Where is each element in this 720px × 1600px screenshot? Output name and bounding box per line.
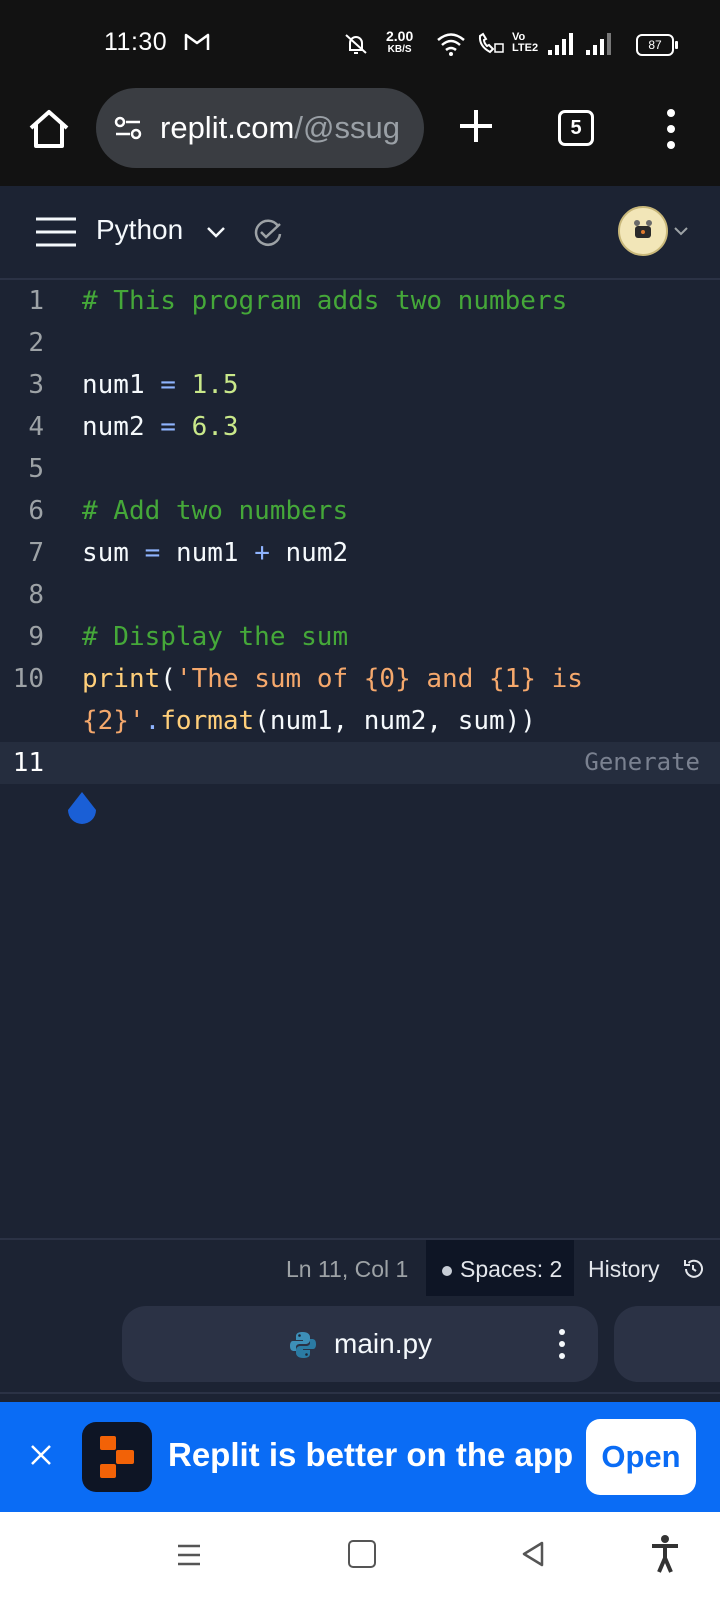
close-icon[interactable] xyxy=(28,1442,54,1468)
open-app-button[interactable]: Open xyxy=(586,1419,696,1495)
code-line[interactable]: 6 # Add two numbers xyxy=(0,490,720,532)
gmail-icon xyxy=(184,33,210,50)
saved-check-icon xyxy=(254,219,282,246)
wifi-call-icon xyxy=(478,32,504,54)
code-line-active[interactable]: 11 Generate xyxy=(0,742,720,784)
code-text: num1 = 1.5 xyxy=(82,370,239,400)
more-menu-icon[interactable] xyxy=(660,106,682,152)
line-number: 2 xyxy=(28,328,44,358)
python-icon xyxy=(290,1332,316,1358)
file-name: main.py xyxy=(334,1328,433,1359)
banner-message: Replit is better on the app xyxy=(168,1436,574,1473)
indentation-setting[interactable]: Spaces: 2 xyxy=(426,1240,574,1298)
spaces-label: Spaces: 2 xyxy=(460,1256,563,1282)
history-button[interactable]: History xyxy=(588,1256,660,1283)
editor-status-bar: Ln 11, Col 1 Spaces: 2 History xyxy=(0,1238,720,1300)
code-line-wrapped[interactable]: {2}'.format(num1, num2, sum)) xyxy=(0,700,720,742)
wifi-icon xyxy=(437,33,465,56)
code-text: num2 = 6.3 xyxy=(82,412,239,442)
code-text: print('The sum of {0} and {1} is xyxy=(82,664,583,694)
tab-switcher-button[interactable]: 5 xyxy=(558,110,594,146)
line-number: 8 xyxy=(28,580,44,610)
line-number: 1 xyxy=(28,286,44,316)
history-icon[interactable] xyxy=(682,1258,704,1280)
code-line[interactable]: 8 xyxy=(0,574,720,616)
code-line[interactable]: 4 num2 = 6.3 xyxy=(0,406,720,448)
avatar-image-icon xyxy=(634,220,652,238)
recent-apps-icon[interactable] xyxy=(176,1542,202,1568)
home-nav-icon[interactable] xyxy=(348,1540,376,1568)
battery-indicator: 87 xyxy=(636,34,678,56)
line-number: 5 xyxy=(28,454,44,484)
status-icons: 2.00 KB/S Vo LTE2 87 xyxy=(340,0,720,88)
replit-logo xyxy=(82,1422,152,1492)
code-comment: # Display the sum xyxy=(82,622,349,652)
spaces-dot-icon xyxy=(442,1266,452,1276)
language-selector[interactable]: Python xyxy=(96,214,183,246)
chevron-down-icon[interactable] xyxy=(672,222,690,240)
line-number: 7 xyxy=(28,538,44,568)
status-bar: 11:30 2.00 KB/S Vo LTE2 87 xyxy=(0,0,720,88)
chevron-down-icon[interactable] xyxy=(204,220,228,244)
avatar[interactable] xyxy=(618,206,668,256)
url-bar[interactable]: replit.com/@ssug xyxy=(96,88,424,168)
cursor-position[interactable]: Ln 11, Col 1 xyxy=(286,1256,408,1283)
code-line[interactable]: 3 num1 = 1.5 xyxy=(0,364,720,406)
accessibility-icon[interactable] xyxy=(650,1534,680,1574)
code-line[interactable]: 9 # Display the sum xyxy=(0,616,720,658)
url-text[interactable]: replit.com/@ssug xyxy=(160,110,410,146)
code-comment: # This program adds two numbers xyxy=(82,286,568,316)
code-editor[interactable]: 1 # This program adds two numbers 2 3 nu… xyxy=(0,280,720,1238)
line-number: 11 xyxy=(12,748,44,778)
file-tab-bar: main.py xyxy=(0,1296,720,1394)
code-line[interactable]: 2 xyxy=(0,322,720,364)
new-tab-icon[interactable] xyxy=(456,106,496,146)
code-line[interactable]: 1 # This program adds two numbers xyxy=(0,280,720,322)
system-navigation-bar xyxy=(0,1512,720,1600)
code-line[interactable]: 5 xyxy=(0,448,720,490)
line-number: 3 xyxy=(28,370,44,400)
line-number: 10 xyxy=(12,664,44,694)
line-number: 4 xyxy=(28,412,44,442)
site-settings-icon[interactable] xyxy=(112,112,144,144)
signal-icon-1 xyxy=(548,33,573,55)
generate-hint[interactable]: Generate xyxy=(584,748,700,776)
browser-toolbar: replit.com/@ssug 5 xyxy=(0,88,720,186)
tab-options-icon[interactable] xyxy=(558,1328,566,1360)
file-tab-next[interactable] xyxy=(614,1306,720,1382)
line-number: 6 xyxy=(28,496,44,526)
home-icon[interactable] xyxy=(26,106,72,152)
signal-icon-2 xyxy=(586,33,611,55)
code-line[interactable]: 7 sum = num1 + num2 xyxy=(0,532,720,574)
code-text: sum = num1 + num2 xyxy=(82,538,349,568)
line-number: 9 xyxy=(28,622,44,652)
text-cursor-handle-icon[interactable] xyxy=(62,790,102,830)
replit-header: Python xyxy=(0,186,720,280)
code-comment: # Add two numbers xyxy=(82,496,349,526)
app-install-banner: Replit is better on the app Open xyxy=(0,1402,720,1512)
status-time: 11:30 xyxy=(104,28,168,56)
replit-logo-icon xyxy=(100,1436,134,1478)
file-tab-main-py[interactable]: main.py xyxy=(122,1306,598,1382)
volte-icon: Vo LTE2 xyxy=(512,31,539,54)
network-speed: 2.00 KB/S xyxy=(386,28,414,55)
mute-icon xyxy=(345,34,367,54)
code-line[interactable]: 10 print('The sum of {0} and {1} is xyxy=(0,658,720,700)
back-icon[interactable] xyxy=(520,1540,546,1568)
hamburger-menu-icon[interactable] xyxy=(34,216,78,248)
code-text: {2}'.format(num1, num2, sum)) xyxy=(82,706,536,736)
